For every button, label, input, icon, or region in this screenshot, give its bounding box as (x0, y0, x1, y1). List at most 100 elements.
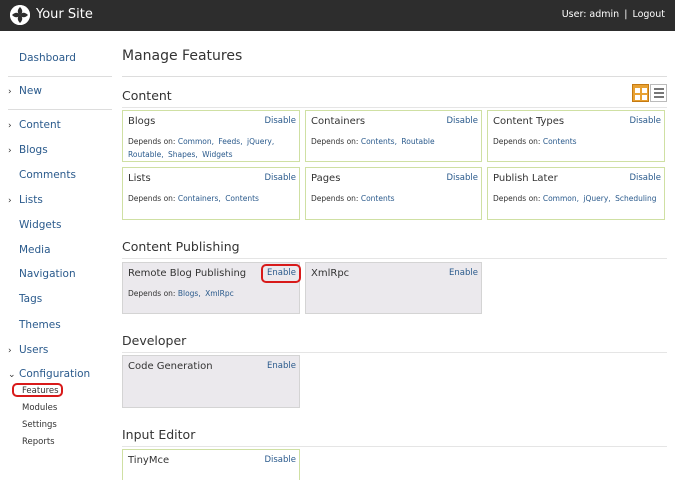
feature-card-blogs: Blogs Disable Depends on: Common, Feeds,… (122, 110, 300, 162)
feature-dependencies: Depends on: Contents (311, 192, 477, 205)
dependency-link[interactable]: Common, (178, 137, 214, 146)
dependency-link[interactable]: Feeds, (218, 137, 242, 146)
dependency-link[interactable]: Contents (225, 194, 259, 203)
user-label: User: admin (561, 9, 620, 20)
dependency-link[interactable]: Routable (401, 137, 434, 146)
sidebar-divider (8, 76, 112, 77)
section-divider (122, 446, 667, 447)
feature-card-code-generation: Code Generation Enable (122, 355, 300, 408)
feature-name: Code Generation (128, 361, 213, 372)
feature-card-tinymce: TinyMce Disable (122, 449, 300, 480)
section-title-input-editor: Input Editor (122, 427, 196, 442)
site-logo-icon[interactable] (10, 5, 30, 25)
feature-name: TinyMce (128, 455, 170, 466)
chevron-right-icon: › (8, 121, 12, 131)
feature-dependencies: Depends on: Contents, Routable (311, 135, 477, 148)
feature-dependencies: Depends on: Blogs, XmlRpc (128, 287, 295, 300)
depends-label: Depends on: (128, 289, 176, 298)
depends-label: Depends on: (493, 194, 541, 203)
sidebar-item-content[interactable]: › Content (8, 119, 61, 131)
top-bar: Your Site User: admin | Logout (0, 0, 675, 31)
sidebar-item-dashboard[interactable]: Dashboard (19, 52, 76, 64)
section-divider (122, 107, 667, 108)
logout-link[interactable]: Logout (632, 9, 665, 20)
sidebar-item-widgets[interactable]: Widgets (8, 219, 61, 231)
grid-view-icon[interactable] (632, 84, 649, 102)
disable-link[interactable]: Disable (629, 173, 661, 183)
depends-label: Depends on: (128, 137, 176, 146)
disable-link[interactable]: Disable (264, 116, 296, 126)
sidebar-subitem-reports[interactable]: Reports (22, 437, 55, 447)
enable-highlight-annotation (261, 264, 301, 283)
sidebar-subitem-modules[interactable]: Modules (22, 403, 57, 413)
site-name[interactable]: Your Site (36, 7, 93, 22)
sidebar-subitem-settings[interactable]: Settings (22, 420, 57, 430)
sidebar: Dashboard › New › Content › Blogs Comments … (0, 31, 112, 480)
feature-card-xmlrpc: XmlRpc Enable (305, 262, 482, 314)
sidebar-item-lists[interactable]: › Lists (8, 194, 43, 206)
sidebar-item-tags[interactable]: Tags (8, 293, 42, 305)
feature-name: Lists (128, 173, 151, 184)
sidebar-item-configuration[interactable]: ⌄ Configuration (8, 368, 90, 380)
chevron-down-icon: ⌄ (8, 370, 16, 380)
dependency-link[interactable]: jQuery, (247, 137, 274, 146)
dependency-link[interactable]: Routable, (128, 150, 164, 159)
sidebar-divider (8, 109, 112, 110)
section-title-content: Content (122, 88, 172, 103)
chevron-right-icon: › (8, 196, 12, 206)
feature-dependencies: Depends on: Contents (493, 135, 660, 148)
depends-label: Depends on: (311, 137, 359, 146)
disable-link[interactable]: Disable (264, 455, 296, 465)
sidebar-item-users[interactable]: › Users (8, 344, 48, 356)
section-title-developer: Developer (122, 333, 187, 348)
dependency-link[interactable]: XmlRpc (205, 289, 234, 298)
disable-link[interactable]: Disable (629, 116, 661, 126)
sidebar-item-comments[interactable]: Comments (8, 169, 76, 181)
feature-dependencies: Depends on: Common, jQuery, Scheduling (493, 192, 660, 205)
section-divider (122, 258, 667, 259)
dependency-link[interactable]: Shapes, (168, 150, 198, 159)
dependency-link[interactable]: Contents, (361, 137, 397, 146)
feature-card-pages: Pages Disable Depends on: Contents (305, 167, 482, 220)
sidebar-item-navigation[interactable]: Navigation (8, 268, 76, 280)
disable-link[interactable]: Disable (264, 173, 296, 183)
dependency-link[interactable]: Contents (361, 194, 395, 203)
chevron-right-icon: › (8, 346, 12, 356)
enable-link[interactable]: Enable (267, 361, 296, 371)
chevron-right-icon: › (8, 146, 12, 156)
feature-name: Containers (311, 116, 366, 127)
feature-card-content-types: Content Types Disable Depends on: Conten… (487, 110, 665, 162)
section-title-content-publishing: Content Publishing (122, 239, 240, 254)
list-view-icon[interactable] (650, 84, 667, 102)
disable-link[interactable]: Disable (446, 116, 478, 126)
sidebar-item-themes[interactable]: Themes (8, 319, 61, 331)
feature-dependencies: Depends on: Common, Feeds, jQuery, Routa… (128, 135, 295, 161)
dependency-link[interactable]: jQuery, (583, 194, 610, 203)
feature-card-lists: Lists Disable Depends on: Containers, Co… (122, 167, 300, 220)
user-separator: | (624, 9, 628, 20)
sidebar-item-new[interactable]: › New (8, 85, 42, 97)
feature-name: Blogs (128, 116, 156, 127)
feature-name: Remote Blog Publishing (128, 268, 247, 279)
feature-name: XmlRpc (311, 268, 350, 279)
sidebar-item-media[interactable]: Media (8, 244, 51, 256)
sidebar-item-blogs[interactable]: › Blogs (8, 144, 48, 156)
dependency-link[interactable]: Contents (543, 137, 577, 146)
dependency-link[interactable]: Scheduling (615, 194, 656, 203)
page-title: Manage Features (122, 48, 243, 64)
feature-name: Pages (311, 173, 341, 184)
view-toggle (632, 84, 668, 102)
dependency-link[interactable]: Containers, (178, 194, 221, 203)
dependency-link[interactable]: Blogs, (178, 289, 201, 298)
disable-link[interactable]: Disable (446, 173, 478, 183)
feature-card-publish-later: Publish Later Disable Depends on: Common… (487, 167, 665, 220)
enable-link[interactable]: Enable (449, 268, 478, 278)
dependency-link[interactable]: Widgets (202, 150, 232, 159)
depends-label: Depends on: (128, 194, 176, 203)
features-highlight-annotation (12, 383, 63, 397)
title-divider (122, 76, 667, 77)
feature-card-containers: Containers Disable Depends on: Contents,… (305, 110, 482, 162)
user-area: User: admin | Logout (562, 9, 665, 20)
section-divider (122, 352, 667, 353)
dependency-link[interactable]: Common, (543, 194, 579, 203)
